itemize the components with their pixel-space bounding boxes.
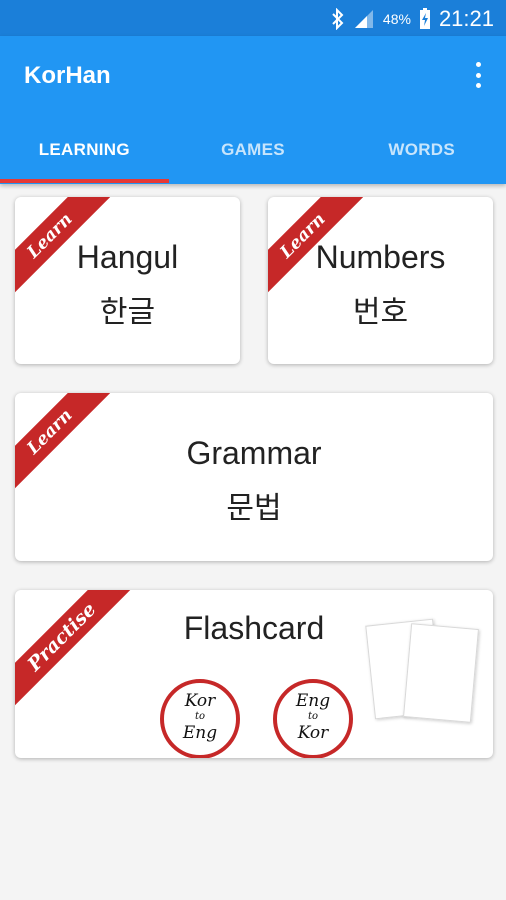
tab-games[interactable]: GAMES [169, 130, 338, 184]
status-time: 21:21 [438, 6, 494, 31]
battery-percent: 48% [382, 11, 411, 27]
grammar-subtitle: 문법 [226, 491, 282, 526]
grammar-title: Grammar [186, 435, 322, 471]
eng-to-kor-button[interactable]: Eng to Kor [273, 679, 353, 758]
kor-to-eng-button[interactable]: Kor to Eng [160, 679, 240, 758]
bluetooth-icon [332, 8, 344, 30]
status-bar: 48% 21:21 [0, 0, 506, 36]
hangul-subtitle: 한글 [99, 295, 156, 330]
app-title: KorHan [24, 62, 111, 89]
tab-bar: LEARNING GAMES WORDS [0, 130, 506, 184]
numbers-card[interactable]: Learn Numbers 번호 [268, 197, 493, 364]
flashcard-card[interactable]: Practise Flashcard Kor to Eng Eng to Kor [15, 590, 493, 758]
hangul-title: Hangul [76, 239, 179, 275]
signal-icon [354, 10, 373, 28]
battery-charging-icon [419, 8, 430, 29]
tab-indicator [0, 179, 169, 183]
app-bar: KorHan LEARNING GAMES WORDS [0, 36, 506, 184]
tab-words[interactable]: WORDS [337, 130, 506, 184]
numbers-title: Numbers [315, 239, 446, 275]
tab-learning[interactable]: LEARNING [0, 130, 169, 184]
hangul-card[interactable]: Learn Hangul 한글 [15, 197, 240, 364]
numbers-subtitle: 번호 [352, 295, 409, 330]
practise-ribbon: Practise [15, 590, 133, 708]
more-vert-icon[interactable] [472, 62, 484, 88]
grammar-card[interactable]: Learn Grammar 문법 [15, 393, 493, 561]
